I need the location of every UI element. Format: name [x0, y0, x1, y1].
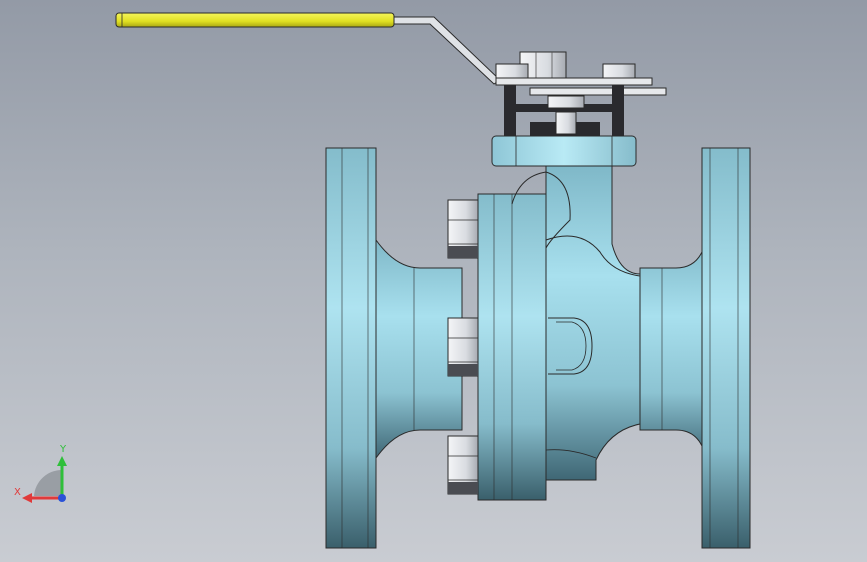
y-axis-label: Y — [59, 444, 67, 455]
orientation-triad[interactable]: Y X — [14, 440, 74, 510]
lever-handle[interactable] — [115, 12, 501, 85]
bolt-shadow — [448, 246, 478, 258]
y-axis-arrow-icon — [57, 456, 67, 466]
z-axis-dot-icon — [58, 494, 66, 502]
post-left — [504, 85, 516, 137]
body-shell — [545, 165, 641, 481]
bolt-top[interactable] — [447, 199, 479, 259]
bolt-shadow — [448, 482, 478, 494]
top-plate — [495, 77, 653, 86]
x-axis-arrow-icon — [22, 493, 32, 503]
stem-assembly[interactable] — [491, 51, 667, 167]
body-flange[interactable] — [477, 193, 547, 501]
x-axis-label: X — [14, 487, 21, 498]
left-flange[interactable] — [325, 147, 377, 549]
ball-valve-model[interactable] — [0, 0, 867, 562]
stem-shaft — [555, 111, 577, 135]
right-flange[interactable] — [701, 147, 751, 549]
post-right — [612, 85, 624, 137]
stop-plate — [529, 87, 667, 96]
handle-grip[interactable] — [115, 12, 395, 28]
handle-arm — [389, 16, 501, 85]
stem — [547, 95, 585, 109]
plate-bolt-left — [495, 63, 529, 79]
triad-plane-icon — [34, 469, 62, 496]
bolt-middle[interactable] — [447, 317, 479, 377]
bolt-bottom[interactable] — [447, 435, 479, 495]
bolt-shadow — [448, 364, 478, 376]
bonnet-flange — [491, 135, 637, 167]
cad-viewport[interactable]: Y X — [0, 0, 867, 562]
plate-bolt-right — [602, 63, 636, 79]
right-neck — [639, 239, 707, 459]
left-flange-plate — [325, 147, 377, 549]
right-flange-plate — [701, 147, 751, 549]
